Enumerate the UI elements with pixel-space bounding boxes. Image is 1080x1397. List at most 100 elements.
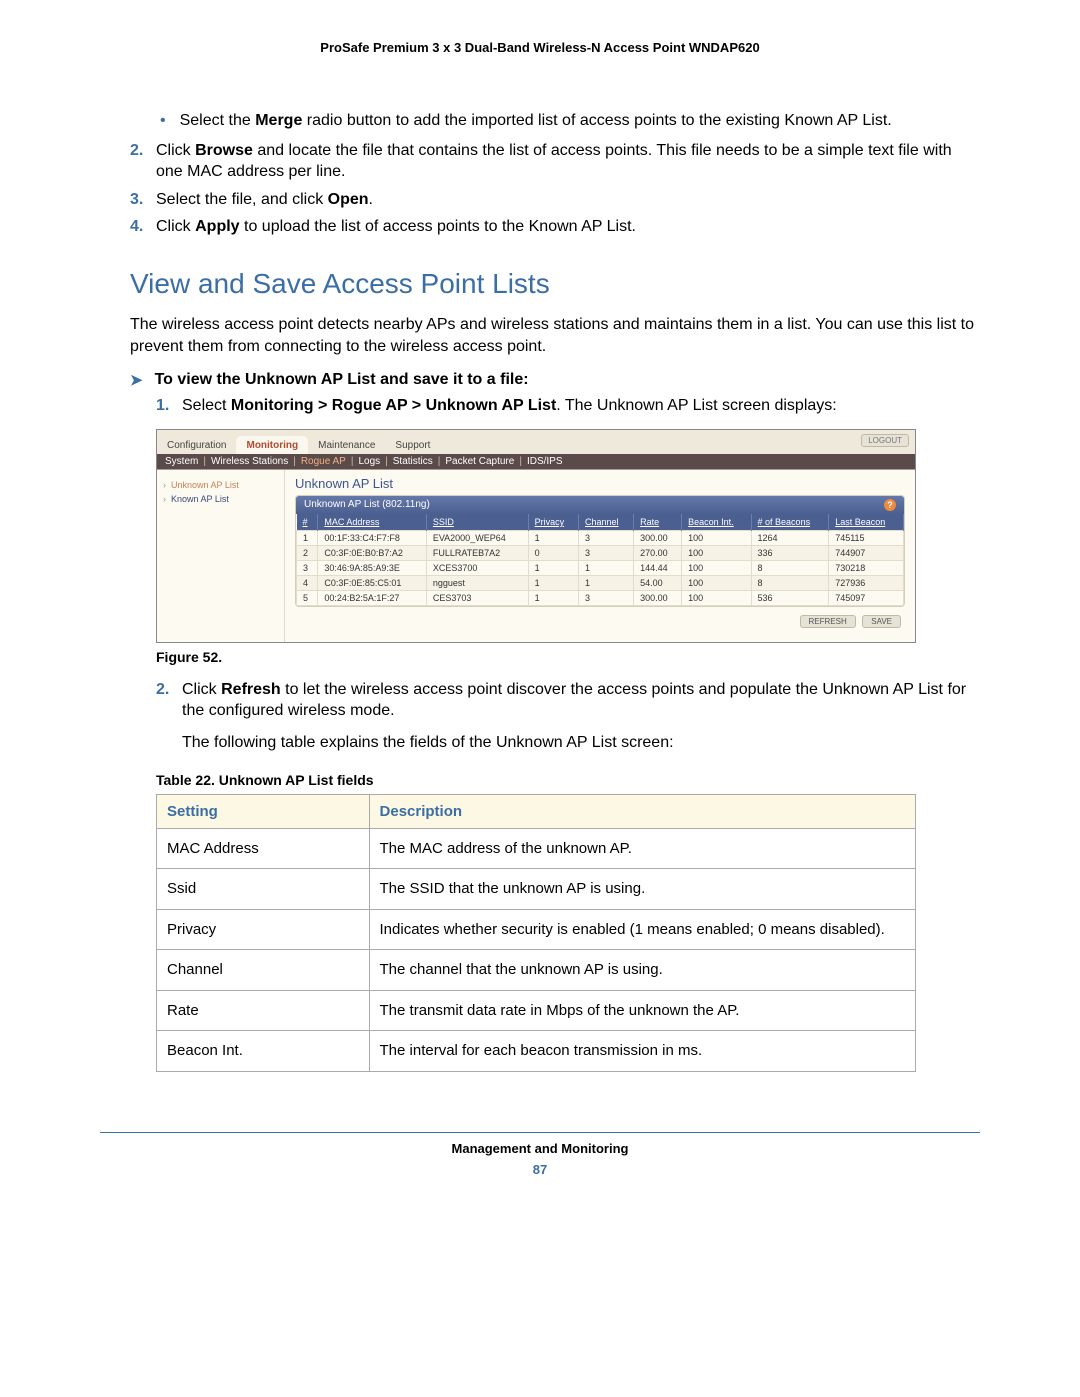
step-2: 2. Click Browse and locate the file that… — [130, 140, 980, 183]
table-cell: FULLRATEB7A2 — [426, 545, 528, 560]
table-cell: 536 — [751, 590, 829, 605]
field-description: The channel that the unknown AP is using… — [369, 950, 915, 991]
table-caption: Table 22. Unknown AP List fields — [156, 772, 980, 788]
table-cell: 727936 — [829, 575, 904, 590]
tab-configuration[interactable]: Configuration — [157, 436, 236, 454]
table-cell: 2 — [297, 545, 318, 560]
field-description: Indicates whether security is enabled (1… — [369, 909, 915, 950]
table-cell: 1 — [528, 575, 578, 590]
step-text: Select the file, and click Open. — [156, 189, 373, 211]
bullet-icon: • — [160, 110, 166, 132]
help-icon[interactable]: ? — [884, 499, 896, 511]
bullet-text: Select the Merge radio button to add the… — [180, 110, 892, 132]
step-text: Click Browse and locate the file that co… — [156, 140, 980, 183]
table-cell: 1 — [528, 530, 578, 545]
table-row[interactable]: 500:24:B2:5A:1F:27CES370313300.001005367… — [297, 590, 904, 605]
triangle-icon: ➤ — [130, 371, 143, 389]
table-cell: 100 — [682, 590, 751, 605]
paragraph: The following table explains the fields … — [182, 732, 980, 754]
table-row[interactable]: 2C0:3F:0E:B0:B7:A2FULLRATEB7A203270.0010… — [297, 545, 904, 560]
figure-screenshot: Configuration Monitoring Maintenance Sup… — [156, 429, 980, 643]
ap-col-header[interactable]: # — [297, 514, 318, 531]
field-description: The MAC address of the unknown AP. — [369, 828, 915, 869]
th-setting: Setting — [157, 794, 370, 828]
save-button[interactable]: SAVE — [862, 615, 901, 628]
group-box: Unknown AP List (802.11ng) ? #MAC Addres… — [295, 495, 905, 607]
tab-monitoring[interactable]: Monitoring — [236, 436, 308, 454]
subnav-logs[interactable]: Logs — [356, 456, 382, 467]
table-cell: EVA2000_WEP64 — [426, 530, 528, 545]
subnav-rogue-ap[interactable]: Rogue AP — [299, 456, 348, 467]
step-number: 2. — [130, 140, 156, 183]
field-setting: Channel — [157, 950, 370, 991]
doc-title: ProSafe Premium 3 x 3 Dual-Band Wireless… — [100, 40, 980, 55]
table-cell: 00:1F:33:C4:F7:F8 — [318, 530, 426, 545]
table-cell: 300.00 — [634, 590, 682, 605]
sidebar-item-unknown-ap[interactable]: Unknown AP List — [163, 478, 278, 492]
field-setting: Privacy — [157, 909, 370, 950]
step-3: 3. Select the file, and click Open. — [130, 189, 980, 211]
panel-footer: REFRESH SAVE — [295, 607, 905, 632]
refresh-button[interactable]: REFRESH — [800, 615, 856, 628]
table-cell: 4 — [297, 575, 318, 590]
step-text: Click Refresh to let the wireless access… — [182, 679, 980, 722]
ap-col-header[interactable]: Rate — [634, 514, 682, 531]
table-row[interactable]: 100:1F:33:C4:F7:F8EVA2000_WEP6413300.001… — [297, 530, 904, 545]
field-description: The SSID that the unknown AP is using. — [369, 869, 915, 910]
subnav-ids-ips[interactable]: IDS/IPS — [525, 456, 565, 467]
sidebar-item-known-ap[interactable]: Known AP List — [163, 492, 278, 506]
app-window: Configuration Monitoring Maintenance Sup… — [156, 429, 916, 643]
field-setting: Ssid — [157, 869, 370, 910]
table-row[interactable]: 330:46:9A:85:A9:3EXCES370011144.44100873… — [297, 560, 904, 575]
subnav-wireless[interactable]: Wireless Stations — [209, 456, 290, 467]
task-step-1: 1. Select Monitoring > Rogue AP > Unknow… — [156, 395, 980, 417]
step-text: Select Monitoring > Rogue AP > Unknown A… — [182, 395, 837, 417]
subnav-packet-capture[interactable]: Packet Capture — [443, 456, 516, 467]
subnav-statistics[interactable]: Statistics — [391, 456, 435, 467]
step-number: 3. — [130, 189, 156, 211]
ap-col-header[interactable]: Privacy — [528, 514, 578, 531]
table-cell: XCES3700 — [426, 560, 528, 575]
field-description: The interval for each beacon transmissio… — [369, 1031, 915, 1072]
table-row: Beacon Int.The interval for each beacon … — [157, 1031, 916, 1072]
tab-support[interactable]: Support — [385, 436, 440, 454]
table-cell: 8 — [751, 575, 829, 590]
step-number: 4. — [130, 216, 156, 238]
group-header: Unknown AP List (802.11ng) ? — [296, 496, 904, 514]
ap-col-header[interactable]: # of Beacons — [751, 514, 829, 531]
step-text: Click Apply to upload the list of access… — [156, 216, 636, 238]
main-panel: Unknown AP List Unknown AP List (802.11n… — [285, 470, 915, 642]
table-cell: 30:46:9A:85:A9:3E — [318, 560, 426, 575]
table-cell: 730218 — [829, 560, 904, 575]
ap-col-header[interactable]: Last Beacon — [829, 514, 904, 531]
table-cell: 100 — [682, 530, 751, 545]
table-cell: 54.00 — [634, 575, 682, 590]
table-cell: 1 — [578, 575, 633, 590]
ap-col-header[interactable]: SSID — [426, 514, 528, 531]
table-cell: 1 — [528, 590, 578, 605]
bullet-merge: • Select the Merge radio button to add t… — [160, 110, 980, 132]
table-cell: 300.00 — [634, 530, 682, 545]
ap-col-header[interactable]: Channel — [578, 514, 633, 531]
table-cell: 744907 — [829, 545, 904, 560]
table-cell: 3 — [578, 530, 633, 545]
task-step-2: 2. Click Refresh to let the wireless acc… — [156, 679, 980, 722]
table-row[interactable]: 4C0:3F:0E:85:C5:01ngguest1154.0010087279… — [297, 575, 904, 590]
table-row: SsidThe SSID that the unknown AP is usin… — [157, 869, 916, 910]
table-cell: 1 — [578, 560, 633, 575]
subnav-system[interactable]: System — [163, 456, 200, 467]
tab-maintenance[interactable]: Maintenance — [308, 436, 385, 454]
field-setting: Beacon Int. — [157, 1031, 370, 1072]
ap-col-header[interactable]: Beacon Int. — [682, 514, 751, 531]
section-heading: View and Save Access Point Lists — [130, 268, 980, 300]
th-description: Description — [369, 794, 915, 828]
field-table: Setting Description MAC AddressThe MAC a… — [156, 794, 916, 1072]
ap-col-header[interactable]: MAC Address — [318, 514, 426, 531]
step-number: 2. — [156, 679, 182, 722]
ap-table: #MAC AddressSSIDPrivacyChannelRateBeacon… — [296, 514, 904, 606]
panel-body: Unknown AP List Known AP List Unknown AP… — [157, 470, 915, 642]
table-cell: 5 — [297, 590, 318, 605]
logout-button[interactable]: LOGOUT — [861, 434, 909, 447]
table-cell: 3 — [297, 560, 318, 575]
table-cell: 8 — [751, 560, 829, 575]
